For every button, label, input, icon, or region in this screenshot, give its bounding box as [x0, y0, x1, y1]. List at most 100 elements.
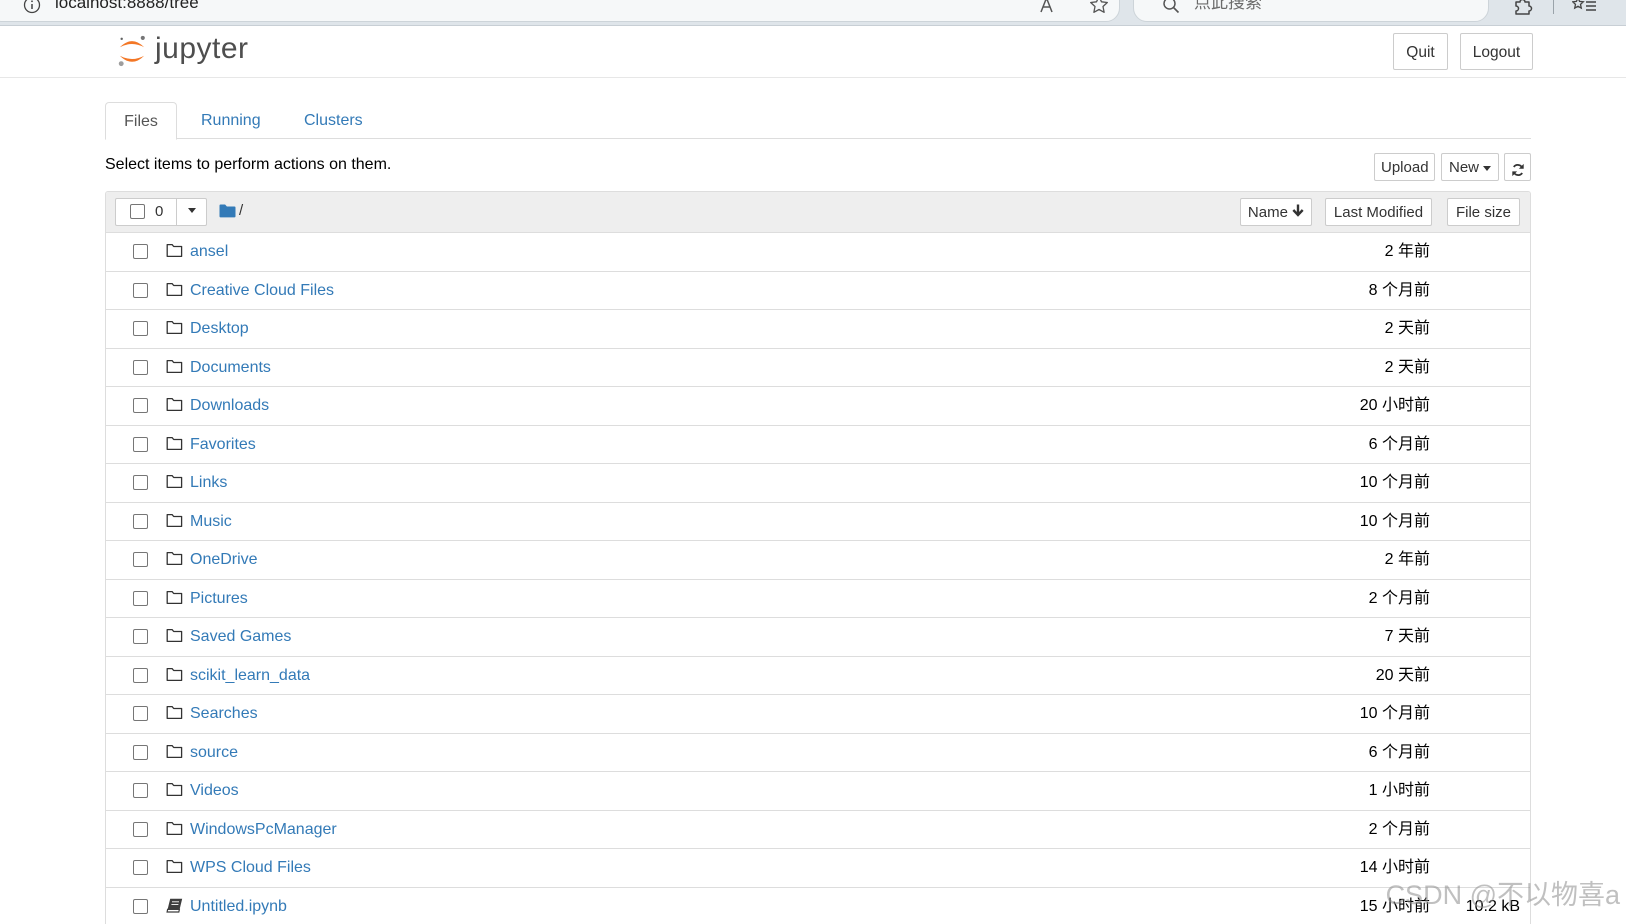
folder-icon [166, 821, 184, 837]
jupyter-logo-text[interactable]: jupyter [155, 29, 249, 69]
sort-by-file-size-button[interactable]: File size [1447, 198, 1520, 226]
item-link[interactable]: Downloads [190, 387, 269, 425]
item-checkbox[interactable] [133, 475, 148, 490]
select-all-checkbox[interactable] [130, 204, 145, 219]
item-last-modified: 10 个月前 [1359, 474, 1430, 491]
list-item[interactable]: ansel 2 年前 [106, 232, 1530, 271]
list-item[interactable]: Music 10 个月前 [106, 501, 1530, 541]
item-link[interactable]: WPS Cloud Files [190, 849, 311, 887]
item-checkbox[interactable] [133, 860, 148, 875]
item-checkbox[interactable] [133, 821, 148, 837]
quit-button[interactable]: Quit [1393, 33, 1448, 70]
item-last-modified: 1 小时前 [1368, 782, 1430, 799]
item-checkbox[interactable] [133, 629, 148, 644]
upload-button[interactable]: Upload [1374, 153, 1435, 181]
site-info-icon[interactable] [23, 0, 41, 19]
refresh-button[interactable] [1504, 153, 1531, 181]
address-url[interactable]: localhost:8888/tree [55, 0, 199, 13]
item-checkbox[interactable] [133, 359, 148, 375]
home-folder-icon[interactable] [219, 204, 236, 223]
item-checkbox[interactable] [133, 706, 148, 721]
logout-button[interactable]: Logout [1460, 33, 1533, 70]
item-link[interactable]: OneDrive [190, 541, 258, 579]
item-checkbox[interactable] [133, 898, 148, 914]
list-item[interactable]: Saved Games 7 天前 [106, 617, 1530, 656]
list-item[interactable]: WindowsPcManager 2 个月前 [106, 809, 1530, 849]
list-item[interactable]: Favorites 6 个月前 [106, 424, 1530, 464]
item-link[interactable]: Pictures [190, 580, 248, 618]
list-item[interactable]: Pictures 2 个月前 [106, 578, 1530, 618]
item-link[interactable]: Creative Cloud Files [190, 272, 334, 310]
list-item[interactable]: Desktop 2 天前 [106, 309, 1530, 348]
read-aloud-icon[interactable] [1039, 0, 1061, 18]
toolbar-divider [1553, 0, 1554, 14]
item-link[interactable]: scikit_learn_data [190, 657, 310, 695]
breadcrumb-path[interactable]: / [239, 192, 243, 230]
list-item[interactable]: Untitled.ipynb 15 小时前 10.2 kB [106, 886, 1530, 924]
folder-icon [166, 628, 184, 644]
favorites-list-icon[interactable] [1571, 0, 1598, 21]
item-checkbox[interactable] [133, 783, 148, 798]
item-checkbox[interactable] [133, 398, 148, 413]
item-link[interactable]: Music [190, 503, 232, 541]
jupyter-header: jupyter Quit Logout [0, 26, 1626, 78]
item-checkbox[interactable] [133, 744, 148, 760]
browser-search-box[interactable]: 点此搜索 [1133, 0, 1489, 22]
jupyter-logo-icon[interactable] [117, 34, 147, 73]
item-last-modified: 6 个月前 [1368, 743, 1430, 761]
list-item[interactable]: scikit_learn_data 20 天前 [106, 655, 1530, 695]
item-link[interactable]: ansel [190, 233, 228, 271]
extensions-icon[interactable] [1512, 0, 1534, 21]
list-item[interactable]: Searches 10 个月前 [106, 694, 1530, 733]
item-link[interactable]: source [190, 734, 238, 772]
item-link[interactable]: Saved Games [190, 618, 291, 656]
item-link[interactable]: Documents [190, 349, 271, 387]
item-link[interactable]: WindowsPcManager [190, 811, 337, 849]
tab-files[interactable]: Files [105, 102, 177, 140]
item-link[interactable]: Videos [190, 772, 239, 810]
new-dropdown-button[interactable]: New [1441, 153, 1499, 181]
item-link[interactable]: Favorites [190, 426, 256, 464]
list-item[interactable]: Documents 2 天前 [106, 347, 1530, 387]
list-item[interactable]: Creative Cloud Files 8 个月前 [106, 270, 1530, 310]
folder-icon [166, 320, 184, 336]
search-placeholder[interactable]: 点此搜索 [1194, 0, 1262, 13]
list-item[interactable]: source 6 个月前 [106, 732, 1530, 772]
item-link[interactable]: Untitled.ipynb [190, 888, 287, 924]
list-item[interactable]: OneDrive 2 年前 [106, 540, 1530, 579]
list-item[interactable]: Videos 1 小时前 [106, 771, 1530, 810]
list-item[interactable]: Downloads 20 小时前 [106, 386, 1530, 425]
item-last-modified: 2 年前 [1384, 551, 1430, 568]
sort-by-name-button[interactable]: Name [1240, 198, 1312, 226]
item-checkbox[interactable] [133, 513, 148, 529]
list-item[interactable]: Links 10 个月前 [106, 463, 1530, 502]
item-checkbox[interactable] [133, 667, 148, 683]
item-link[interactable]: Searches [190, 695, 258, 733]
folder-icon [166, 782, 184, 798]
list-item[interactable]: WPS Cloud Files 14 小时前 [106, 848, 1530, 887]
item-checkbox[interactable] [133, 552, 148, 567]
browser-toolbar: localhost:8888/tree 点此搜索 [0, 0, 1626, 26]
item-link[interactable]: Links [190, 464, 227, 502]
item-checkbox[interactable] [133, 436, 148, 452]
address-bar[interactable]: localhost:8888/tree [0, 0, 1120, 22]
sort-by-last-modified-button[interactable]: Last Modified [1325, 198, 1432, 226]
selected-count: 0 [155, 203, 164, 220]
select-menu-dropdown[interactable] [176, 199, 206, 225]
item-last-modified: 20 小时前 [1359, 397, 1430, 414]
item-checkbox[interactable] [133, 282, 148, 298]
select-all-button[interactable]: 0 [116, 199, 176, 225]
item-checkbox[interactable] [133, 590, 148, 606]
favorite-star-icon[interactable] [1089, 0, 1109, 19]
item-last-modified: 7 天前 [1384, 628, 1430, 645]
item-last-modified: 2 个月前 [1368, 820, 1430, 838]
item-last-modified: 10 个月前 [1359, 705, 1430, 722]
folder-icon [166, 282, 184, 298]
item-link[interactable]: Desktop [190, 310, 249, 348]
item-checkbox[interactable] [133, 244, 148, 259]
tab-clusters[interactable]: Clusters [304, 102, 363, 139]
item-checkbox[interactable] [133, 321, 148, 336]
chevron-down-icon [187, 208, 196, 214]
tab-running[interactable]: Running [201, 102, 261, 139]
item-file-size: 10.2 kB [1465, 897, 1520, 915]
